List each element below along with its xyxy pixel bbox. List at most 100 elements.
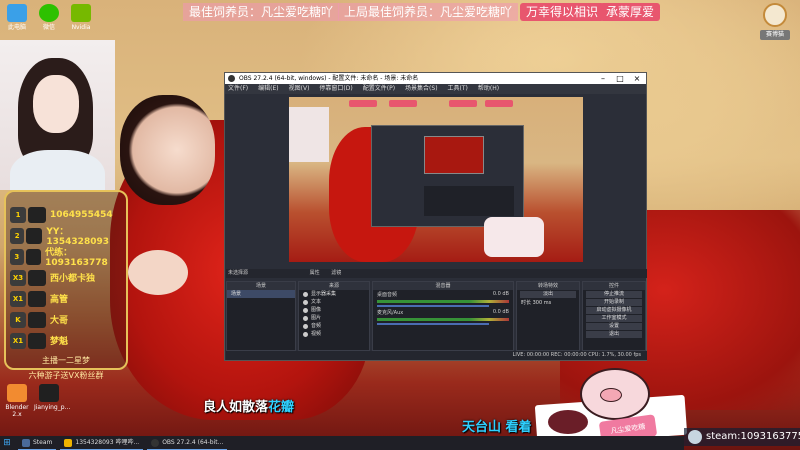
scene-item[interactable]: 场景 [227, 290, 295, 298]
leaderboard-row: X1 梦魁 [10, 330, 122, 351]
mixer-dock: 混音器 桌面音频 0.0 dB 麦克风/Aux 0.0 dB [372, 281, 514, 351]
preview-banner [485, 100, 513, 107]
windows-start-icon[interactable]: ⊞ [0, 436, 14, 450]
preview-nested-obs [371, 125, 524, 227]
obs-preview-canvas[interactable] [289, 97, 583, 262]
volume-slider[interactable] [377, 305, 490, 307]
start-recording-button[interactable]: 开始录制 [586, 299, 642, 306]
volume-meter [377, 300, 509, 303]
obs-menubar: 文件(F) 编辑(E) 视图(V) 停靠窗口(D) 配置文件(P) 场景集合(S… [225, 84, 646, 94]
source-item[interactable]: 图片 [299, 314, 369, 322]
steam-id-badge: steam:1093163775 [684, 428, 800, 446]
desktop-icon-wechat[interactable]: 微信 [34, 4, 64, 31]
obs-window[interactable]: OBS 27.2.4 (64-bit, windows) - 配置文件: 未命名… [224, 72, 647, 361]
leaderboard-row: 1 1064955454 [10, 204, 122, 225]
menu-profile[interactable]: 配置文件(P) [363, 84, 395, 94]
avatar [28, 332, 46, 349]
menu-tools[interactable]: 工具(T) [448, 84, 468, 94]
preview-nested-mixer [424, 186, 514, 216]
obs-statusbar: LIVE: 00:00:00 REC: 00:00:00 CPU: 1.7%, … [226, 351, 647, 360]
obs-window-title: OBS 27.2.4 (64-bit, windows) - 配置文件: 未命名… [239, 75, 419, 82]
volume-slider[interactable] [377, 323, 490, 325]
desktop-icon-blender[interactable]: Blender 2.x [2, 384, 32, 418]
bilibili-icon [64, 438, 73, 447]
taskbar-item-bilibili[interactable]: 1354328093 哔哩哔... [60, 436, 144, 450]
lyric-line-2: 天台山 看着 [462, 420, 532, 435]
leaderboard-row: X3 西小都卡独 [10, 267, 122, 288]
steam-icon [22, 438, 30, 447]
minimize-icon[interactable]: – [595, 73, 611, 84]
preview-banner [389, 100, 417, 107]
gift-leaderboard: 1 1064955454 2 YY：1354328093 3 代练：109316… [4, 190, 128, 380]
preview-webcam [289, 107, 329, 162]
top-right-widget[interactable]: 赛博猫 [760, 3, 790, 45]
taskbar: ⊞ Steam 1354328093 哔哩哔... OBS 27.2.4 (64… [0, 436, 684, 450]
desktop-icon-nvidia[interactable]: Nvidia [66, 4, 96, 31]
banner-blessing: 万幸得以相识 [520, 3, 605, 21]
desktop-icon-this-pc[interactable]: 此电脑 [2, 4, 32, 31]
properties-button[interactable]: 属性 [310, 270, 320, 276]
taskbar-item-obs[interactable]: OBS 27.2.4 (64-bit... [147, 436, 228, 450]
avatar [28, 269, 46, 286]
obs-logo-icon [228, 75, 235, 82]
leaderboard-row: 3 代练：1093163778 [10, 246, 122, 268]
image-icon [303, 315, 308, 321]
close-icon[interactable]: × [629, 73, 645, 84]
video-icon [303, 331, 308, 337]
leaderboard-row: 2 YY：1354328093 [10, 225, 122, 247]
sources-dock: 来源 显示器采集 文本 图像 图片 音频 视频 [298, 281, 370, 351]
wallpaper-figure-arm [128, 250, 188, 295]
maximize-icon[interactable]: □ [612, 73, 628, 84]
preview-nested-canvas [424, 136, 484, 174]
source-item[interactable]: 音频 [299, 322, 369, 330]
avatar [28, 290, 46, 307]
preview-pig-sticker [484, 217, 544, 257]
mixer-channel: 桌面音频 0.0 dB [373, 290, 513, 308]
wechat-icon [39, 4, 59, 22]
virtual-camera-button[interactable]: 启动虚拟摄像机 [586, 307, 642, 314]
webcam-body [10, 150, 105, 190]
preview-banner [349, 100, 377, 107]
studio-mode-button[interactable]: 工作室模式 [586, 315, 642, 322]
leaderboard-slogan: 主播一二星梦 [42, 356, 90, 365]
banner-thanks: 承蒙厚爱 [600, 3, 661, 21]
avatar [28, 311, 46, 328]
desktop-icon-capcut[interactable]: Jianying_p... [34, 384, 70, 411]
capcut-icon [39, 384, 59, 402]
stop-streaming-button[interactable]: 停止推流 [586, 291, 642, 298]
transition-select[interactable]: 淡出 [520, 291, 576, 298]
preview-banner [449, 100, 477, 107]
webcam-face [33, 75, 79, 133]
lyric-line-1: 良人如散落花瓣 [203, 400, 295, 415]
avatar [26, 227, 43, 244]
webcam-overlay [0, 40, 115, 190]
volume-meter [377, 318, 509, 321]
mixer-channel: 麦克风/Aux 0.0 dB [373, 308, 513, 326]
source-item[interactable]: 显示器采集 [299, 290, 369, 298]
exit-button[interactable]: 退出 [586, 331, 642, 338]
filters-button[interactable]: 滤镜 [331, 270, 341, 276]
menu-edit[interactable]: 编辑(E) [258, 84, 278, 94]
source-item[interactable]: 图像 [299, 306, 369, 314]
obs-titlebar[interactable]: OBS 27.2.4 (64-bit, windows) - 配置文件: 未命名… [225, 73, 646, 84]
image-icon [303, 307, 308, 313]
source-item[interactable]: 视频 [299, 330, 369, 338]
steam-icon [688, 430, 702, 444]
leaderboard-slogan-2: 六种游子送VX粉丝群 [28, 371, 104, 380]
text-icon [303, 299, 308, 305]
settings-button[interactable]: 设置 [586, 323, 642, 330]
taskbar-item-steam[interactable]: Steam [18, 436, 57, 450]
menu-view[interactable]: 视图(V) [289, 84, 310, 94]
banner-best-feeder: 最佳饲养员：凡尘爱吃糖吖 [183, 3, 340, 21]
menu-docks[interactable]: 停靠窗口(D) [319, 84, 352, 94]
leaderboard-row: X1 高管 [10, 288, 122, 309]
menu-file[interactable]: 文件(F) [228, 84, 248, 94]
menu-scene-collection[interactable]: 场景集合(S) [405, 84, 438, 94]
menu-help[interactable]: 帮助(H) [478, 84, 499, 94]
monitor-icon [303, 291, 308, 297]
source-item[interactable]: 文本 [299, 298, 369, 306]
scenes-dock: 场景 场景 [226, 281, 296, 351]
transition-duration[interactable]: 时长 300 ms [517, 299, 579, 307]
obs-icon [151, 438, 160, 447]
pig-nose [600, 388, 622, 402]
